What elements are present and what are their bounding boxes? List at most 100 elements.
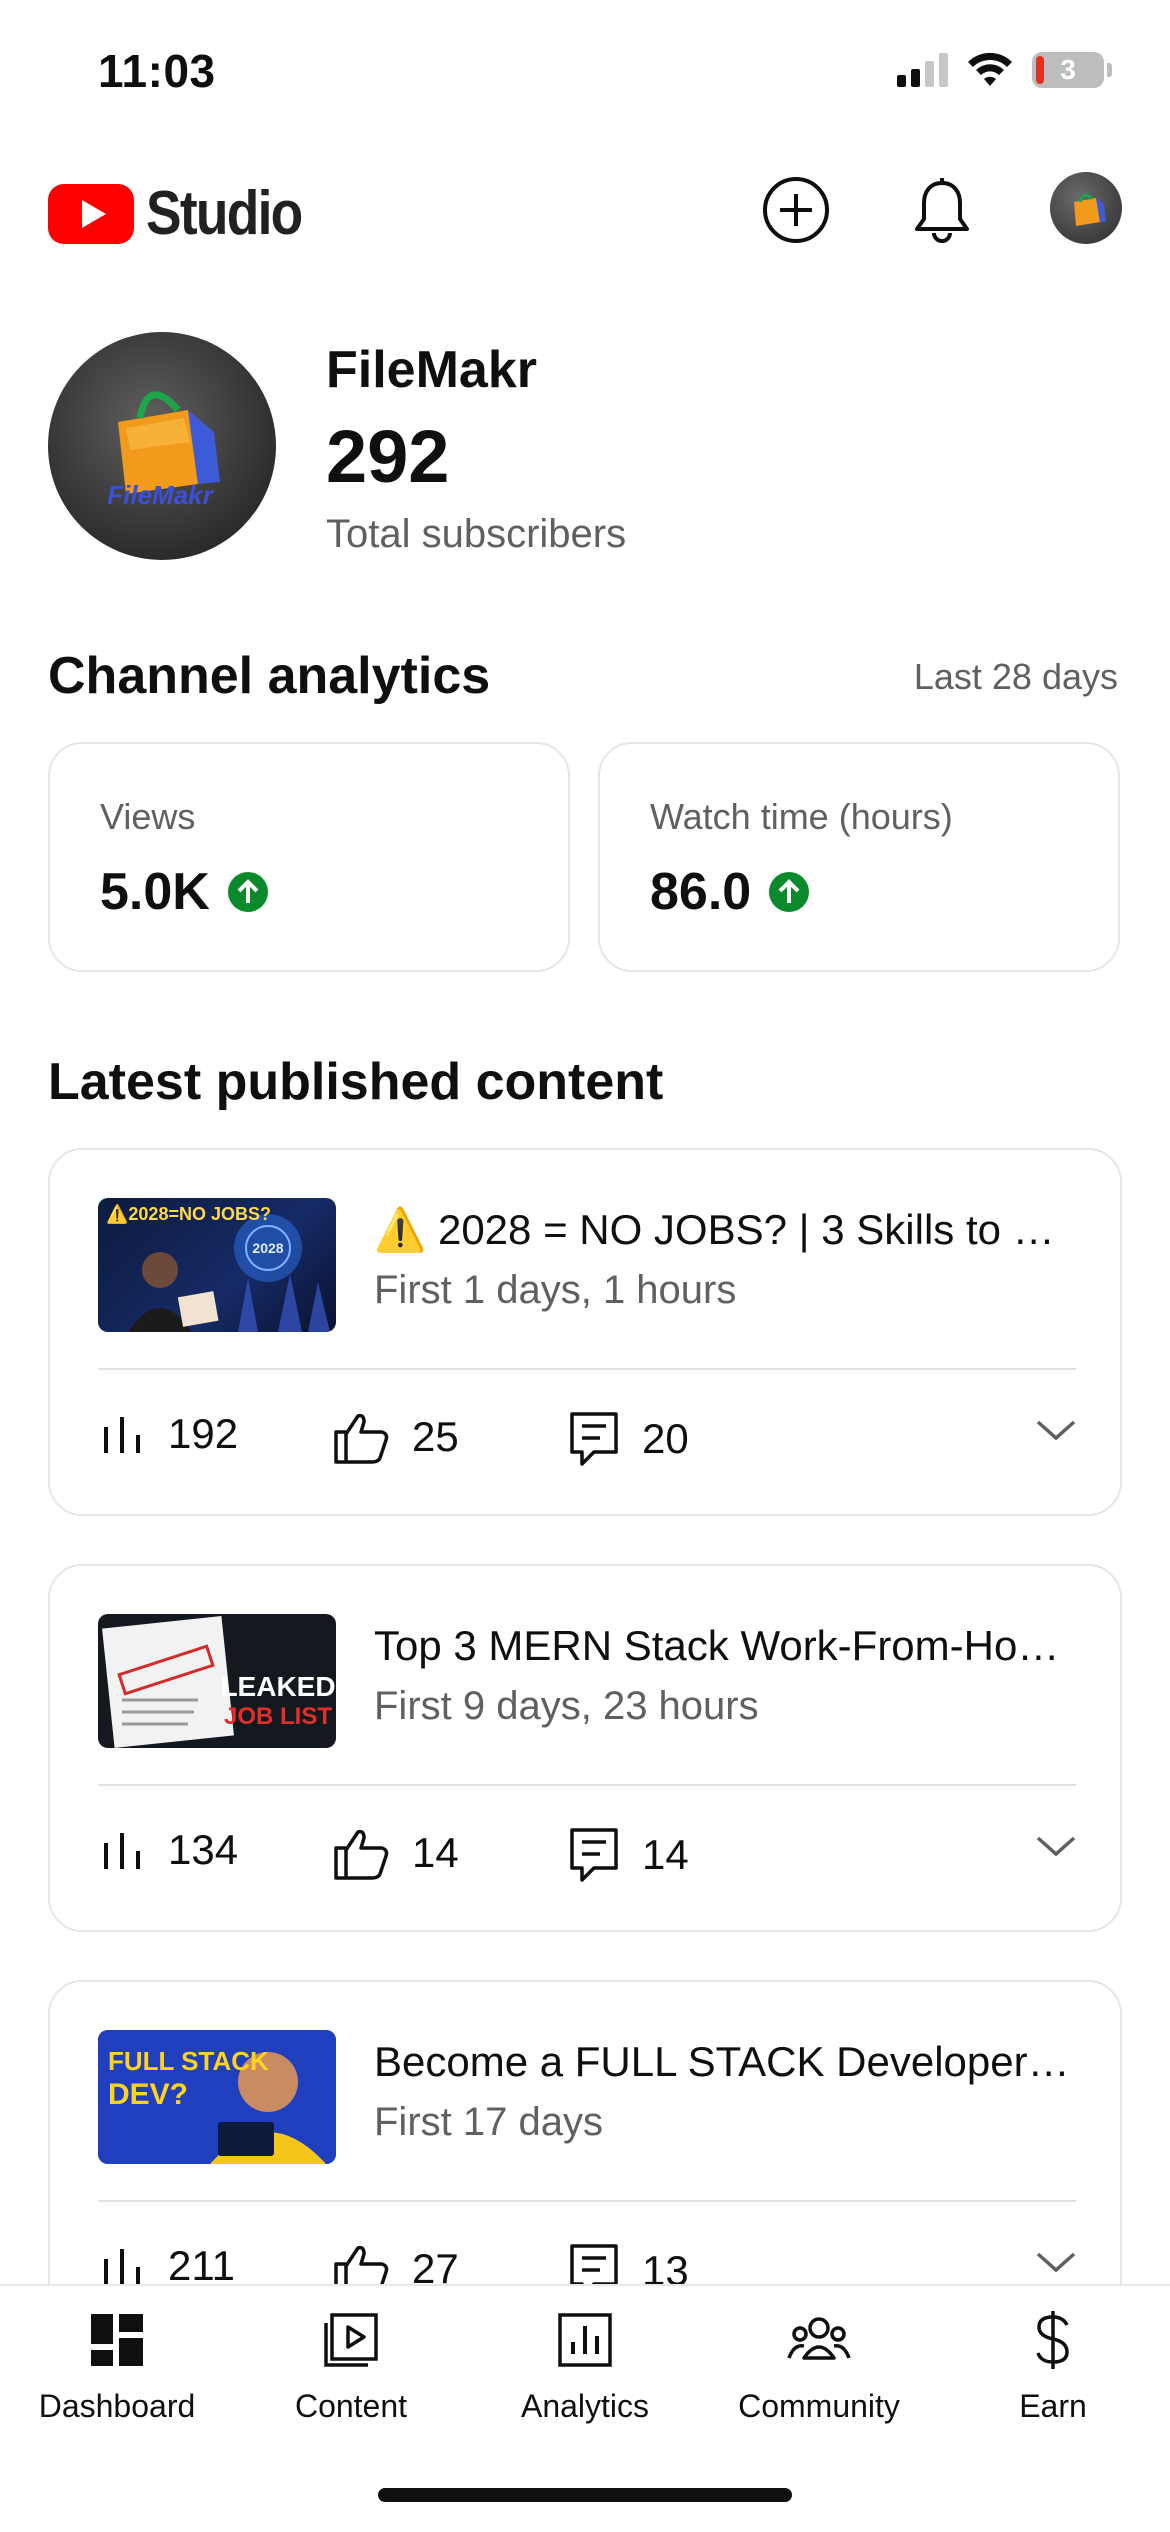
nav-item-community[interactable]: Community	[702, 2304, 936, 2425]
expand-chevron-button[interactable]	[1034, 1832, 1078, 1865]
metric-card-views[interactable]: Views 5.0K	[48, 742, 570, 972]
metric-number: 5.0K	[100, 863, 210, 921]
logo-text: Studio	[146, 179, 303, 248]
nav-label: Content	[294, 2388, 408, 2424]
nav-label: Analytics	[520, 2388, 650, 2424]
comments-stat: 20	[568, 1410, 689, 1468]
chevron-down-icon	[1036, 2252, 1076, 2273]
nav-item-analytics[interactable]: Analytics	[468, 2304, 702, 2425]
divider	[98, 2200, 1076, 2202]
app-header: Studio	[0, 160, 1170, 260]
comments-count: 14	[642, 1831, 689, 1878]
metric-label: Views	[100, 796, 196, 837]
thumbs-up-icon	[334, 1413, 389, 1464]
status-bar: 11:03 3	[0, 0, 1170, 150]
analytics-period: Last 28 days	[913, 656, 1118, 697]
thumb-headline-text: LEAKED	[220, 1671, 335, 1702]
comments-count: 20	[642, 1415, 689, 1462]
expand-chevron-button[interactable]	[1034, 2248, 1078, 2281]
divider	[98, 1368, 1076, 1370]
views-stat: 134	[98, 1826, 238, 1874]
notifications-button[interactable]	[902, 170, 982, 250]
thumb-headline-text: FULL STACK	[108, 2046, 269, 2076]
comment-icon	[570, 1412, 618, 1466]
metric-number: 86.0	[650, 863, 752, 921]
nav-label: Community	[738, 2388, 900, 2424]
thumb-subline-text: JOB LIST	[224, 1703, 332, 1730]
dashboard-icon	[89, 2304, 145, 2376]
views-count: 211	[168, 2242, 235, 2289]
nav-item-content[interactable]: Content	[234, 2304, 468, 2425]
thumb-headline-text: ⚠️2028=NO JOBS?	[106, 1203, 271, 1224]
youtube-play-icon	[48, 183, 134, 244]
video-thumbnail[interactable]: LEAKED JOB LIST	[98, 1614, 336, 1748]
video-title: Become a FULL STACK Developer in 2025	[374, 2038, 1074, 2085]
analytics-title: Channel analytics	[48, 647, 491, 705]
metric-value: 5.0K	[100, 862, 268, 922]
nav-label: Dashboard	[38, 2388, 196, 2424]
channel-avatar[interactable]: FileMakr	[48, 332, 276, 560]
trend-up-icon	[769, 872, 810, 912]
subscriber-label: Total subscribers	[326, 512, 627, 556]
video-period: First 1 days, 1 hours	[374, 1268, 737, 1312]
divider	[98, 1784, 1076, 1786]
video-card[interactable]: 2028 ⚠️2028=NO JOBS? ⚠️ 2028 = NO JOBS? …	[48, 1148, 1122, 1516]
thumbnail-art: FULL STACK DEV?	[98, 2030, 336, 2164]
create-button[interactable]	[756, 170, 836, 250]
community-people-icon	[786, 2304, 852, 2376]
comments-stat: 14	[568, 1826, 689, 1884]
thumb-year-text: 2028	[252, 1240, 283, 1256]
views-stat: 211	[98, 2242, 235, 2290]
video-period: First 17 days	[374, 2100, 603, 2144]
views-bars-icon	[104, 1417, 140, 1453]
trend-up-icon	[227, 872, 268, 912]
filemakr-logo-icon: FileMakr	[107, 391, 220, 510]
bag-logo-icon	[1074, 193, 1106, 226]
content-play-icon	[322, 2304, 380, 2376]
video-title: ⚠️ 2028 = NO JOBS? | 3 Skills to Survive…	[374, 1206, 1074, 1253]
account-avatar[interactable]	[1050, 172, 1122, 244]
video-title: Top 3 MERN Stack Work-From-Home Jobs	[374, 1622, 1074, 1669]
latest-content-title: Latest published content	[48, 1053, 664, 1111]
channel-summary: FileMakr FileMakr 292 Total subscribers	[48, 332, 1122, 562]
video-stats: 192 25 20	[98, 1410, 1078, 1470]
home-indicator	[378, 2488, 792, 2502]
thumbs-up-icon	[334, 1829, 389, 1880]
metric-card-watch-time[interactable]: Watch time (hours) 86.0	[598, 742, 1120, 972]
chevron-down-icon	[1036, 1420, 1076, 1441]
chevron-down-icon	[1036, 1836, 1076, 1857]
metric-value: 86.0	[650, 862, 810, 922]
video-stats: 134 14 14	[98, 1826, 1078, 1886]
nav-item-earn[interactable]: Earn	[936, 2304, 1170, 2425]
video-thumbnail[interactable]: 2028 ⚠️2028=NO JOBS?	[98, 1198, 336, 1332]
avatar-text: FileMakr	[107, 480, 214, 510]
likes-count: 25	[412, 1413, 459, 1460]
thumbnail-art: LEAKED JOB LIST	[102, 1616, 336, 1748]
metric-label: Watch time (hours)	[650, 796, 953, 837]
channel-name: FileMakr	[326, 341, 537, 399]
video-period: First 9 days, 23 hours	[374, 1684, 759, 1728]
cellular-signal-icon	[897, 53, 948, 87]
analytics-chart-icon	[557, 2304, 613, 2376]
wifi-icon	[968, 52, 1012, 86]
likes-count: 14	[412, 1829, 459, 1876]
bell-icon	[915, 178, 969, 243]
likes-stat: 25	[332, 1410, 459, 1464]
video-card[interactable]: LEAKED JOB LIST Top 3 MERN Stack Work-Fr…	[48, 1564, 1122, 1932]
thumbnail-art: 2028 ⚠️2028=NO JOBS?	[106, 1203, 330, 1332]
battery-icon: 3	[1032, 52, 1104, 88]
youtube-studio-logo[interactable]: Studio	[48, 178, 327, 249]
expand-chevron-button[interactable]	[1034, 1416, 1078, 1449]
add-circle-icon	[763, 177, 829, 243]
nav-item-dashboard[interactable]: Dashboard	[0, 2304, 234, 2425]
views-bars-icon	[104, 2249, 140, 2285]
likes-stat: 14	[332, 1826, 459, 1880]
views-bars-icon	[104, 1833, 140, 1869]
views-stat: 192	[98, 1410, 238, 1458]
battery-level: 3	[1060, 54, 1076, 85]
status-icons: 3	[897, 52, 1112, 88]
dollar-icon	[1033, 2304, 1073, 2376]
thumb-subline-text: DEV?	[108, 2078, 188, 2111]
nav-label: Earn	[1019, 2388, 1087, 2424]
video-thumbnail[interactable]: FULL STACK DEV?	[98, 2030, 336, 2164]
